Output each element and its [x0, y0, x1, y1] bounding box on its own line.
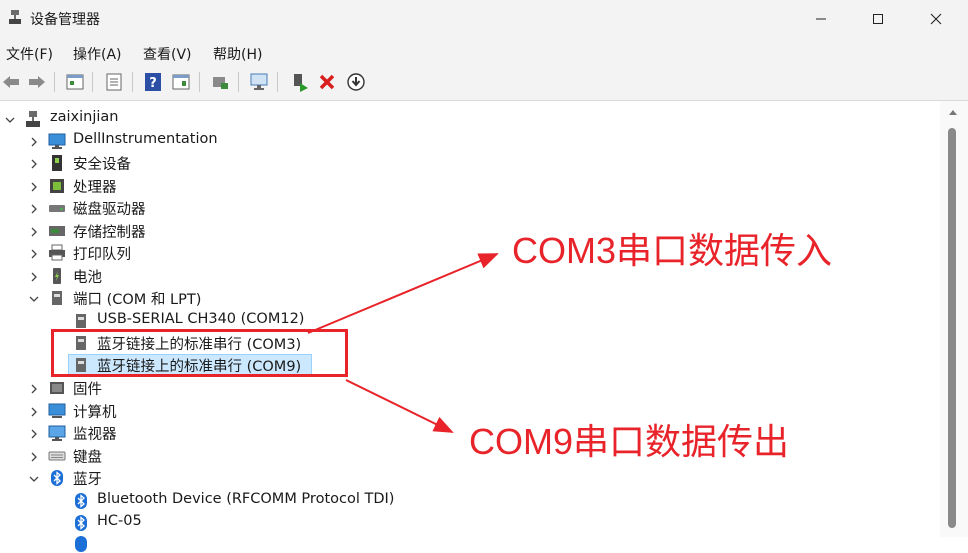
chevron-right-icon[interactable] [28, 451, 40, 463]
tree-item-bluetooth[interactable]: 蓝牙 [73, 468, 102, 489]
minimize-icon [816, 18, 826, 20]
firmware-icon [50, 382, 64, 394]
bluetooth-icon [75, 536, 87, 552]
enable-device-icon[interactable] [288, 71, 310, 93]
tree-item-hc05[interactable]: HC-05 [97, 513, 142, 529]
annotation-com9-out: COM9串口数据传出 [469, 421, 790, 462]
chevron-right-icon[interactable] [28, 248, 40, 260]
view-icon[interactable] [170, 71, 192, 93]
tree-item-monitor[interactable]: 监视器 [73, 423, 117, 444]
maximize-button[interactable] [855, 0, 901, 38]
window-title: 设备管理器 [30, 12, 100, 28]
device-tree: zaixinjian DellInstrumentation 安全设备 处理器 … [0, 101, 940, 552]
chevron-right-icon[interactable] [28, 428, 40, 440]
details-icon[interactable] [103, 71, 125, 93]
menu-bar: 文件(F) 操作(A) 查看(V) 帮助(H) [0, 38, 968, 66]
tree-item-battery[interactable]: 电池 [73, 266, 102, 287]
bluetooth-icon [75, 493, 87, 509]
port-icon [76, 314, 86, 328]
forward-arrow-icon[interactable] [26, 71, 48, 93]
help-icon[interactable]: ? [142, 71, 164, 93]
annotation-highlight-box [51, 329, 348, 377]
tree-item-disk-drive[interactable]: 磁盘驱动器 [73, 198, 146, 219]
monitor-icon [48, 133, 66, 149]
back-arrow-icon[interactable] [0, 71, 22, 93]
tree-item-storage-controller[interactable]: 存储控制器 [73, 221, 146, 242]
chevron-right-icon[interactable] [28, 136, 40, 148]
toolbar: ? [0, 66, 968, 101]
minimize-button[interactable] [798, 0, 844, 38]
update-driver-icon[interactable] [209, 71, 231, 93]
tree-item-keyboard[interactable]: 键盘 [73, 446, 102, 467]
chevron-right-icon[interactable] [28, 383, 40, 395]
computer-icon [48, 403, 66, 418]
menu-help[interactable]: 帮助(H) [213, 44, 262, 64]
maximize-icon [873, 14, 883, 24]
chevron-down-icon[interactable] [28, 293, 40, 305]
tree-item-ports[interactable]: 端口 (COM 和 LPT) [73, 288, 201, 309]
port-icon [52, 291, 62, 305]
scrollbar-thumb[interactable] [948, 128, 956, 528]
uninstall-icon[interactable] [316, 71, 338, 93]
tree-item-computer[interactable]: 计算机 [73, 401, 117, 422]
chevron-down-icon[interactable] [28, 473, 40, 485]
scan-hardware-icon[interactable] [248, 71, 270, 93]
close-button[interactable] [913, 0, 959, 38]
tree-item-bt-rfcomm[interactable]: Bluetooth Device (RFCOMM Protocol TDI) [97, 491, 394, 507]
tree-item-printer[interactable]: 打印队列 [73, 243, 131, 264]
tree-item-security[interactable]: 安全设备 [73, 153, 131, 174]
chevron-right-icon[interactable] [28, 158, 40, 170]
menu-file[interactable]: 文件(F) [6, 44, 53, 64]
scroll-up-icon[interactable] [949, 108, 957, 116]
bluetooth-icon [75, 515, 87, 531]
monitor-icon [48, 425, 66, 441]
tree-item-dellinstrumentation[interactable]: DellInstrumentation [73, 131, 218, 147]
tree-item-processor[interactable]: 处理器 [73, 176, 117, 197]
svg-text:?: ? [149, 76, 157, 91]
processor-icon [50, 179, 64, 193]
chevron-right-icon[interactable] [28, 203, 40, 215]
printer-icon [49, 244, 65, 261]
chevron-down-icon[interactable] [4, 114, 16, 126]
keyboard-icon [48, 451, 66, 461]
chevron-right-icon[interactable] [28, 226, 40, 238]
title-bar: 设备管理器 [0, 0, 968, 38]
device-manager-icon [26, 111, 40, 127]
storage-controller-icon [49, 226, 65, 236]
close-icon [930, 13, 942, 25]
disk-drive-icon [49, 205, 65, 212]
device-manager-icon [9, 10, 21, 24]
download-icon[interactable] [345, 71, 367, 93]
properties-icon[interactable] [64, 71, 86, 93]
chevron-right-icon[interactable] [28, 406, 40, 418]
tree-item-ch340[interactable]: USB-SERIAL CH340 (COM12) [97, 311, 304, 327]
battery-icon [53, 268, 61, 284]
chevron-right-icon[interactable] [28, 181, 40, 193]
security-device-icon [52, 155, 62, 171]
annotation-com3-in: COM3串口数据传入 [512, 230, 833, 271]
menu-view[interactable]: 查看(V) [143, 44, 192, 64]
tree-item-firmware[interactable]: 固件 [73, 378, 102, 399]
bluetooth-icon [51, 470, 63, 486]
menu-action[interactable]: 操作(A) [73, 44, 122, 64]
tree-root-label[interactable]: zaixinjian [50, 109, 118, 125]
chevron-right-icon[interactable] [28, 271, 40, 283]
